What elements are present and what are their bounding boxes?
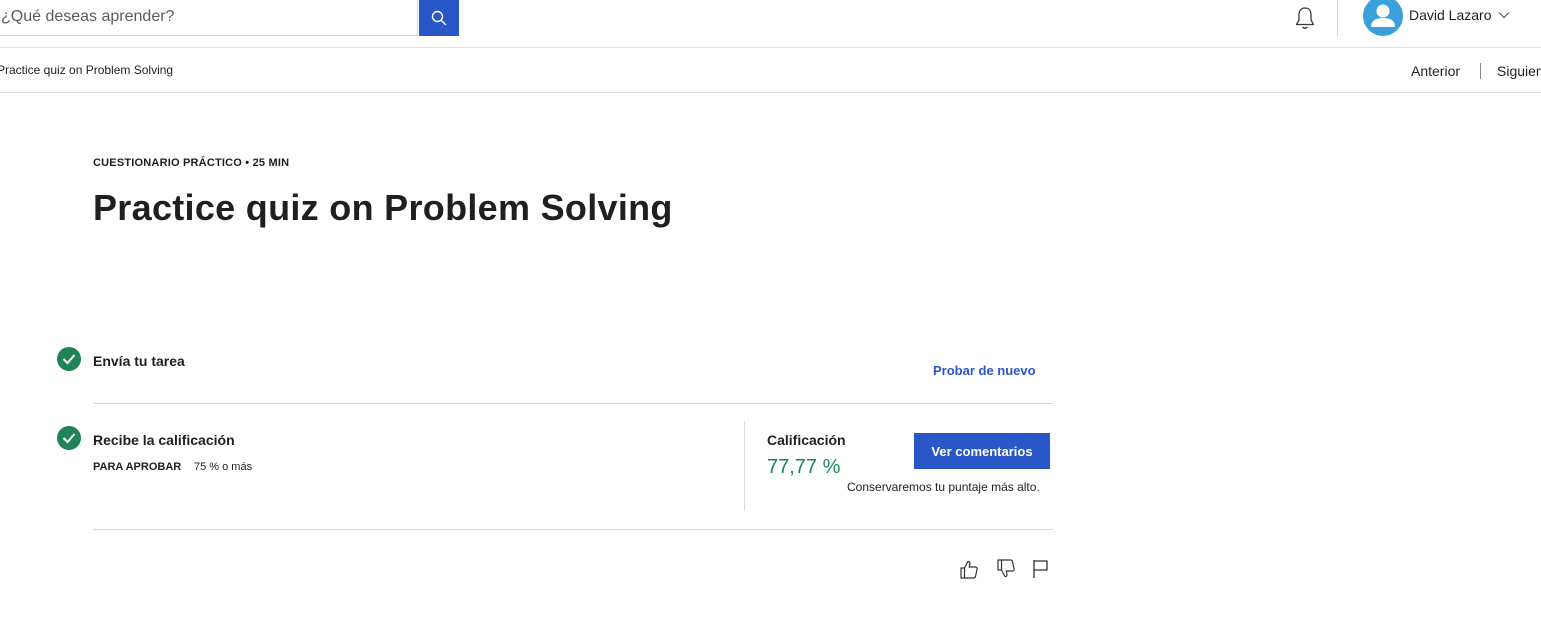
step-grade-check-icon xyxy=(57,426,81,450)
pass-threshold-value: 75 % o más xyxy=(194,461,253,473)
grade-divider xyxy=(744,421,745,511)
user-icon xyxy=(1371,4,1395,27)
chevron-down-icon[interactable] xyxy=(1498,10,1510,20)
retry-link[interactable]: Probar de nuevo xyxy=(933,363,1036,378)
page-title: Practice quiz on Problem Solving xyxy=(93,187,673,228)
previous-link[interactable]: Anterior xyxy=(1411,63,1460,79)
avatar[interactable] xyxy=(1363,0,1403,36)
highest-score-note: Conservaremos tu puntaje más alto. xyxy=(847,480,1040,494)
item-type-duration: CUESTIONARIO PRÁCTICO • 25 MIN xyxy=(93,157,290,169)
grade-value: 77,77 % xyxy=(767,456,841,478)
view-feedback-button[interactable]: Ver comentarios xyxy=(914,433,1050,469)
top-bar: David Lazaro xyxy=(0,0,1541,48)
next-link[interactable]: Siguiente xyxy=(1497,63,1541,79)
search-button[interactable] xyxy=(419,0,459,36)
breadcrumb-bar: Practice quiz on Problem Solving Anterio… xyxy=(0,48,1541,93)
nav-separator xyxy=(1480,63,1481,79)
notifications-bell-icon[interactable] xyxy=(1291,4,1319,32)
step-grade-title: Recibe la calificación xyxy=(93,432,235,448)
header-divider xyxy=(1337,0,1338,36)
grade-label: Calificación xyxy=(767,432,846,448)
step-divider xyxy=(93,403,1053,404)
step-submit-check-icon xyxy=(57,347,81,371)
thumbs-up-icon[interactable] xyxy=(958,558,980,580)
flag-icon[interactable] xyxy=(1030,558,1052,580)
search-input[interactable] xyxy=(0,0,418,36)
step-submit-title: Envía tu tarea xyxy=(93,353,185,369)
section-divider xyxy=(93,529,1053,530)
thumbs-down-icon[interactable] xyxy=(995,558,1017,580)
search-icon xyxy=(431,10,447,26)
breadcrumb[interactable]: Practice quiz on Problem Solving xyxy=(0,63,173,77)
user-name[interactable]: David Lazaro xyxy=(1409,7,1492,23)
pass-threshold-label: PARA APROBAR xyxy=(93,461,182,473)
